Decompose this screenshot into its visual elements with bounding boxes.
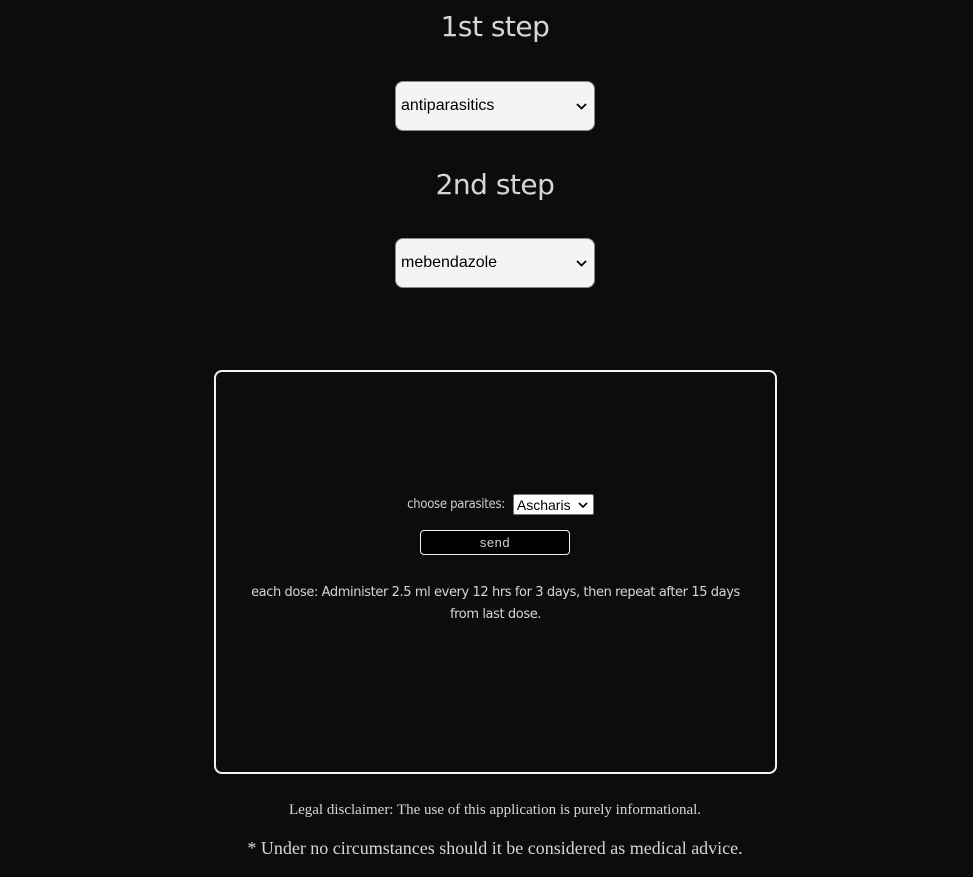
chevron-down-icon [575, 257, 588, 270]
page: 1st step antiparasitics 2nd step mebenda… [0, 0, 973, 877]
drug-select[interactable]: mebendazole [395, 238, 595, 288]
category-select[interactable]: antiparasitics [395, 81, 595, 131]
step2-title: 2nd step [435, 168, 555, 201]
legal-disclaimer: Legal disclaimer: The use of this applic… [288, 802, 702, 818]
parasite-select-value: Ascharis [516, 496, 571, 513]
parasite-label: choose parasites: [407, 497, 505, 512]
send-button[interactable]: send [420, 530, 570, 555]
medical-advice-notice: * Under no circumstances should it be co… [247, 838, 743, 858]
parasite-row: choose parasites: Ascharis [216, 494, 775, 515]
dose-instructions: each dose: Administer 2.5 ml every 12 hr… [251, 585, 740, 622]
step1-title: 1st step [440, 10, 550, 43]
drug-select-value: mebendazole [401, 254, 498, 271]
category-select-value: antiparasitics [401, 97, 495, 114]
parasite-select[interactable]: Ascharis [512, 494, 594, 515]
result-card: choose parasites: Ascharis send each dos… [214, 370, 777, 774]
chevron-down-icon [575, 100, 588, 113]
chevron-down-icon [577, 498, 590, 511]
